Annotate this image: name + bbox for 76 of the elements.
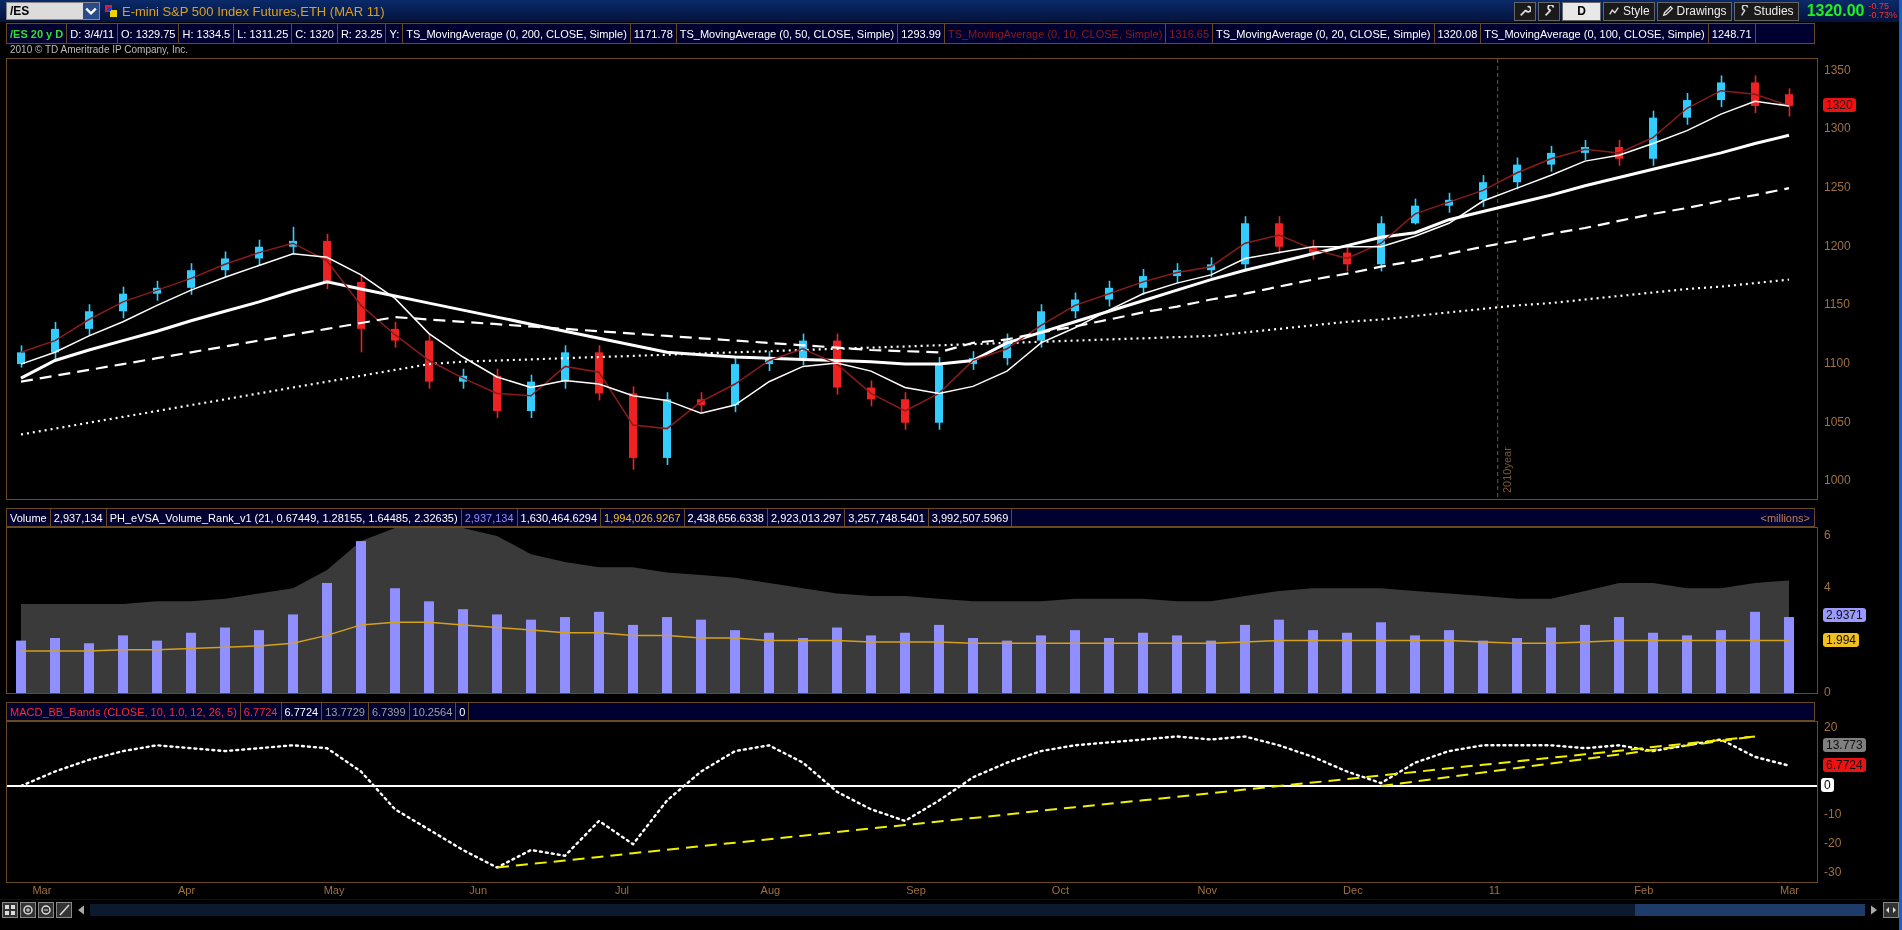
legend-text: 0 xyxy=(456,703,470,720)
legend-text: TS_MovingAverage (0, 10, CLOSE, Simple) xyxy=(944,24,1167,43)
axis-label: -10 xyxy=(1824,807,1842,822)
axis-label: -30 xyxy=(1824,865,1842,880)
axis-label: 20 xyxy=(1824,719,1838,734)
axis-label: 6 xyxy=(1824,527,1831,542)
legend-text: 2,937,134 xyxy=(50,509,107,526)
legend-text: TS_MovingAverage (0, 200, CLOSE, Simple) xyxy=(403,24,631,43)
month-label: Mar xyxy=(32,884,52,896)
month-label: Jun xyxy=(469,884,488,896)
legend-text: 2,923,013.297 xyxy=(767,509,846,526)
axis-label: -20 xyxy=(1824,836,1842,851)
month-label: Aug xyxy=(760,884,781,896)
last-price: 1320.00 xyxy=(1806,2,1865,20)
month-label: Oct xyxy=(1051,884,1069,896)
month-label: Mar xyxy=(1780,884,1799,896)
axis-label: 1000 xyxy=(1824,473,1851,488)
legend-text: 1320.08 xyxy=(1434,24,1482,43)
axis-label: 1200 xyxy=(1824,238,1851,253)
legend-text: Y: xyxy=(386,24,404,43)
axis-label: 1150 xyxy=(1824,297,1850,312)
month-label: Sep xyxy=(906,884,926,896)
value-badge: 1.994 xyxy=(1823,632,1860,647)
legend-text: 3,992,507.5969 xyxy=(928,509,1013,526)
legend-text: MACD_BB_Bands (CLOSE, 10, 1.0, 12, 26, 5) xyxy=(7,703,241,720)
month-label: Apr xyxy=(178,884,196,896)
legend-text: C: 1320 xyxy=(292,24,338,43)
year-label: 2010year xyxy=(1500,447,1514,493)
legend-text: 6.7399 xyxy=(368,703,410,720)
month-label: Jul xyxy=(614,884,629,896)
legend-text: TS_MovingAverage (0, 20, CLOSE, Simple) xyxy=(1213,24,1435,43)
axis-label: 1300 xyxy=(1824,121,1851,136)
value-badge: 2.9371 xyxy=(1823,608,1866,623)
legend-text: 6.7724 xyxy=(281,703,323,720)
month-label: Feb xyxy=(1634,884,1654,896)
legend-text: 13.7729 xyxy=(322,703,369,720)
legend-text: 1,994,026.9267 xyxy=(601,509,685,526)
month-label: Dec xyxy=(1343,884,1363,896)
month-label: Nov xyxy=(1197,884,1217,896)
axis-label: 1050 xyxy=(1824,414,1851,429)
legend-text: 1293.99 xyxy=(898,24,945,43)
legend-text: 1316.65 xyxy=(1166,24,1214,43)
legend-text: TS_MovingAverage (0, 100, CLOSE, Simple) xyxy=(1481,24,1709,43)
legend-text: L: 1311.25 xyxy=(234,24,293,43)
legend-text: 1171.78 xyxy=(630,24,677,43)
legend-text: 1,630,464.6294 xyxy=(517,509,602,526)
axis-label: 4 xyxy=(1824,580,1831,595)
legend-text: O: 1329.75 xyxy=(118,24,180,43)
legend-text: 2,937,134 xyxy=(461,509,518,526)
value-badge: 1320 xyxy=(1823,97,1856,112)
axis-label: 1250 xyxy=(1824,180,1851,195)
legend-text: D: 3/4/11 xyxy=(67,24,119,43)
copyright-text: 2010 © TD Ameritrade IP Company, Inc. xyxy=(9,44,189,57)
legend-text: 1248.71 xyxy=(1708,24,1756,43)
legend-text: /ES 20 y D xyxy=(7,24,68,43)
legend-text: 10.2564 xyxy=(409,703,457,720)
legend-text: H: 1334.5 xyxy=(179,24,235,43)
axis-label: 1350 xyxy=(1824,62,1851,77)
instrument-description: E-mini S&P 500 Index Futures,ETH (MAR 11) xyxy=(122,3,385,19)
month-label: 11 xyxy=(1488,884,1501,896)
legend-text: 2,438,656.6338 xyxy=(684,509,768,526)
price-change: -0.75 xyxy=(1868,2,1890,11)
axis-label: 0 xyxy=(1824,685,1831,699)
legend-text: R: 23.25 xyxy=(337,24,387,43)
legend-text: TS_MovingAverage (0, 50, CLOSE, Simple) xyxy=(676,24,899,43)
legend-text: 6.7724 xyxy=(240,703,282,720)
legend-text: PH_eVSA_Volume_Rank_v1 (21, 0.67449, 1.28155, 1.64485, 2.32635) xyxy=(106,509,462,526)
value-badge: 6.7724 xyxy=(1823,758,1866,773)
value-badge: 13.773 xyxy=(1823,737,1866,752)
percent-change: -0.73% xyxy=(1868,11,1897,20)
month-label: May xyxy=(323,884,345,896)
legend-text: 3,257,748.5401 xyxy=(845,509,929,526)
unit-label: <millions> xyxy=(1760,510,1811,526)
legend-text: Volume xyxy=(7,509,51,526)
axis-label: 1100 xyxy=(1824,356,1850,371)
axis-label: 0 xyxy=(1821,778,1834,792)
